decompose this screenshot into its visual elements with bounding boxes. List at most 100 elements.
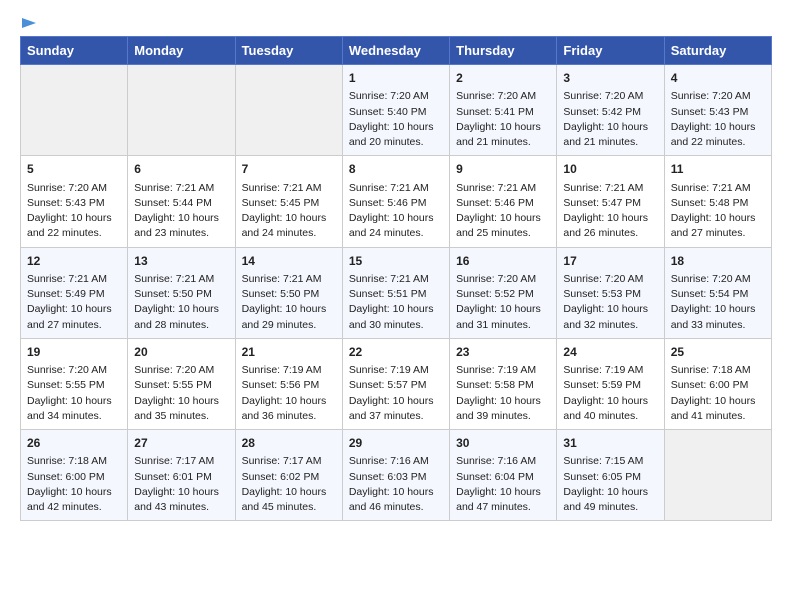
day-info: and 31 minutes.: [456, 318, 550, 333]
day-info: Sunrise: 7:20 AM: [349, 89, 443, 104]
day-info: and 39 minutes.: [456, 409, 550, 424]
calendar-cell: 17Sunrise: 7:20 AMSunset: 5:53 PMDayligh…: [557, 247, 664, 338]
day-number: 24: [563, 344, 657, 361]
calendar-cell: 18Sunrise: 7:20 AMSunset: 5:54 PMDayligh…: [664, 247, 771, 338]
calendar-cell: 28Sunrise: 7:17 AMSunset: 6:02 PMDayligh…: [235, 430, 342, 521]
day-number: 7: [242, 161, 336, 178]
week-row-4: 26Sunrise: 7:18 AMSunset: 6:00 PMDayligh…: [21, 430, 772, 521]
calendar-cell: [21, 65, 128, 156]
day-info: Sunset: 5:50 PM: [134, 287, 228, 302]
header-day-thursday: Thursday: [450, 37, 557, 65]
calendar-cell: 7Sunrise: 7:21 AMSunset: 5:45 PMDaylight…: [235, 156, 342, 247]
day-number: 30: [456, 435, 550, 452]
day-info: and 22 minutes.: [671, 135, 765, 150]
day-info: Daylight: 10 hours: [27, 394, 121, 409]
day-info: Sunset: 5:42 PM: [563, 105, 657, 120]
calendar-cell: 2Sunrise: 7:20 AMSunset: 5:41 PMDaylight…: [450, 65, 557, 156]
day-info: and 32 minutes.: [563, 318, 657, 333]
day-info: Sunset: 5:46 PM: [456, 196, 550, 211]
day-info: and 24 minutes.: [349, 226, 443, 241]
day-info: Daylight: 10 hours: [27, 485, 121, 500]
day-info: Daylight: 10 hours: [456, 394, 550, 409]
day-info: Sunrise: 7:21 AM: [563, 181, 657, 196]
header-day-monday: Monday: [128, 37, 235, 65]
day-info: and 30 minutes.: [349, 318, 443, 333]
day-info: Sunset: 5:56 PM: [242, 378, 336, 393]
day-info: Sunset: 5:50 PM: [242, 287, 336, 302]
calendar-cell: 1Sunrise: 7:20 AMSunset: 5:40 PMDaylight…: [342, 65, 449, 156]
day-info: and 25 minutes.: [456, 226, 550, 241]
day-info: Sunset: 5:48 PM: [671, 196, 765, 211]
header-row: SundayMondayTuesdayWednesdayThursdayFrid…: [21, 37, 772, 65]
calendar-cell: 9Sunrise: 7:21 AMSunset: 5:46 PMDaylight…: [450, 156, 557, 247]
day-info: Sunset: 5:54 PM: [671, 287, 765, 302]
calendar-cell: 3Sunrise: 7:20 AMSunset: 5:42 PMDaylight…: [557, 65, 664, 156]
calendar-cell: 19Sunrise: 7:20 AMSunset: 5:55 PMDayligh…: [21, 338, 128, 429]
day-info: Daylight: 10 hours: [563, 302, 657, 317]
logo-triangle-icon: [22, 16, 36, 30]
day-info: Daylight: 10 hours: [134, 394, 228, 409]
day-info: Daylight: 10 hours: [456, 120, 550, 135]
day-info: Daylight: 10 hours: [242, 485, 336, 500]
day-info: Sunrise: 7:15 AM: [563, 454, 657, 469]
day-number: 12: [27, 253, 121, 270]
day-info: Daylight: 10 hours: [134, 485, 228, 500]
day-info: Sunset: 5:43 PM: [27, 196, 121, 211]
day-info: Sunset: 5:55 PM: [134, 378, 228, 393]
day-number: 8: [349, 161, 443, 178]
day-number: 13: [134, 253, 228, 270]
day-number: 14: [242, 253, 336, 270]
calendar-table: SundayMondayTuesdayWednesdayThursdayFrid…: [20, 36, 772, 521]
day-info: Sunset: 5:59 PM: [563, 378, 657, 393]
day-info: Daylight: 10 hours: [563, 211, 657, 226]
day-info: and 22 minutes.: [27, 226, 121, 241]
day-info: and 35 minutes.: [134, 409, 228, 424]
day-info: Sunrise: 7:18 AM: [27, 454, 121, 469]
day-info: Sunset: 5:40 PM: [349, 105, 443, 120]
day-info: Sunrise: 7:21 AM: [456, 181, 550, 196]
day-info: Sunset: 5:52 PM: [456, 287, 550, 302]
day-info: Sunset: 5:58 PM: [456, 378, 550, 393]
day-info: Sunrise: 7:20 AM: [671, 89, 765, 104]
day-info: Daylight: 10 hours: [349, 302, 443, 317]
day-info: Sunset: 6:02 PM: [242, 470, 336, 485]
day-info: and 26 minutes.: [563, 226, 657, 241]
calendar-cell: 23Sunrise: 7:19 AMSunset: 5:58 PMDayligh…: [450, 338, 557, 429]
calendar-cell: 15Sunrise: 7:21 AMSunset: 5:51 PMDayligh…: [342, 247, 449, 338]
day-info: and 40 minutes.: [563, 409, 657, 424]
day-info: Daylight: 10 hours: [456, 302, 550, 317]
page-container: SundayMondayTuesdayWednesdayThursdayFrid…: [0, 0, 792, 537]
day-info: Sunset: 6:05 PM: [563, 470, 657, 485]
header-day-sunday: Sunday: [21, 37, 128, 65]
day-number: 27: [134, 435, 228, 452]
calendar-cell: 10Sunrise: 7:21 AMSunset: 5:47 PMDayligh…: [557, 156, 664, 247]
day-info: Sunset: 6:04 PM: [456, 470, 550, 485]
calendar-cell: 20Sunrise: 7:20 AMSunset: 5:55 PMDayligh…: [128, 338, 235, 429]
day-number: 25: [671, 344, 765, 361]
day-info: Daylight: 10 hours: [563, 485, 657, 500]
day-info: Sunset: 5:55 PM: [27, 378, 121, 393]
day-info: Daylight: 10 hours: [456, 485, 550, 500]
day-info: Sunset: 5:41 PM: [456, 105, 550, 120]
calendar-cell: 22Sunrise: 7:19 AMSunset: 5:57 PMDayligh…: [342, 338, 449, 429]
day-info: Daylight: 10 hours: [671, 302, 765, 317]
header-day-tuesday: Tuesday: [235, 37, 342, 65]
day-info: Daylight: 10 hours: [242, 211, 336, 226]
day-info: Sunset: 5:57 PM: [349, 378, 443, 393]
day-number: 4: [671, 70, 765, 87]
day-info: Sunset: 5:53 PM: [563, 287, 657, 302]
day-info: and 42 minutes.: [27, 500, 121, 515]
day-info: Sunrise: 7:19 AM: [456, 363, 550, 378]
day-info: Sunset: 5:44 PM: [134, 196, 228, 211]
calendar-cell: 8Sunrise: 7:21 AMSunset: 5:46 PMDaylight…: [342, 156, 449, 247]
day-info: Daylight: 10 hours: [27, 302, 121, 317]
calendar-cell: 25Sunrise: 7:18 AMSunset: 6:00 PMDayligh…: [664, 338, 771, 429]
day-info: and 29 minutes.: [242, 318, 336, 333]
day-number: 1: [349, 70, 443, 87]
day-info: Daylight: 10 hours: [456, 211, 550, 226]
day-number: 6: [134, 161, 228, 178]
day-info: Sunset: 6:01 PM: [134, 470, 228, 485]
day-info: and 21 minutes.: [563, 135, 657, 150]
day-info: Sunset: 6:00 PM: [27, 470, 121, 485]
day-info: Sunset: 5:49 PM: [27, 287, 121, 302]
